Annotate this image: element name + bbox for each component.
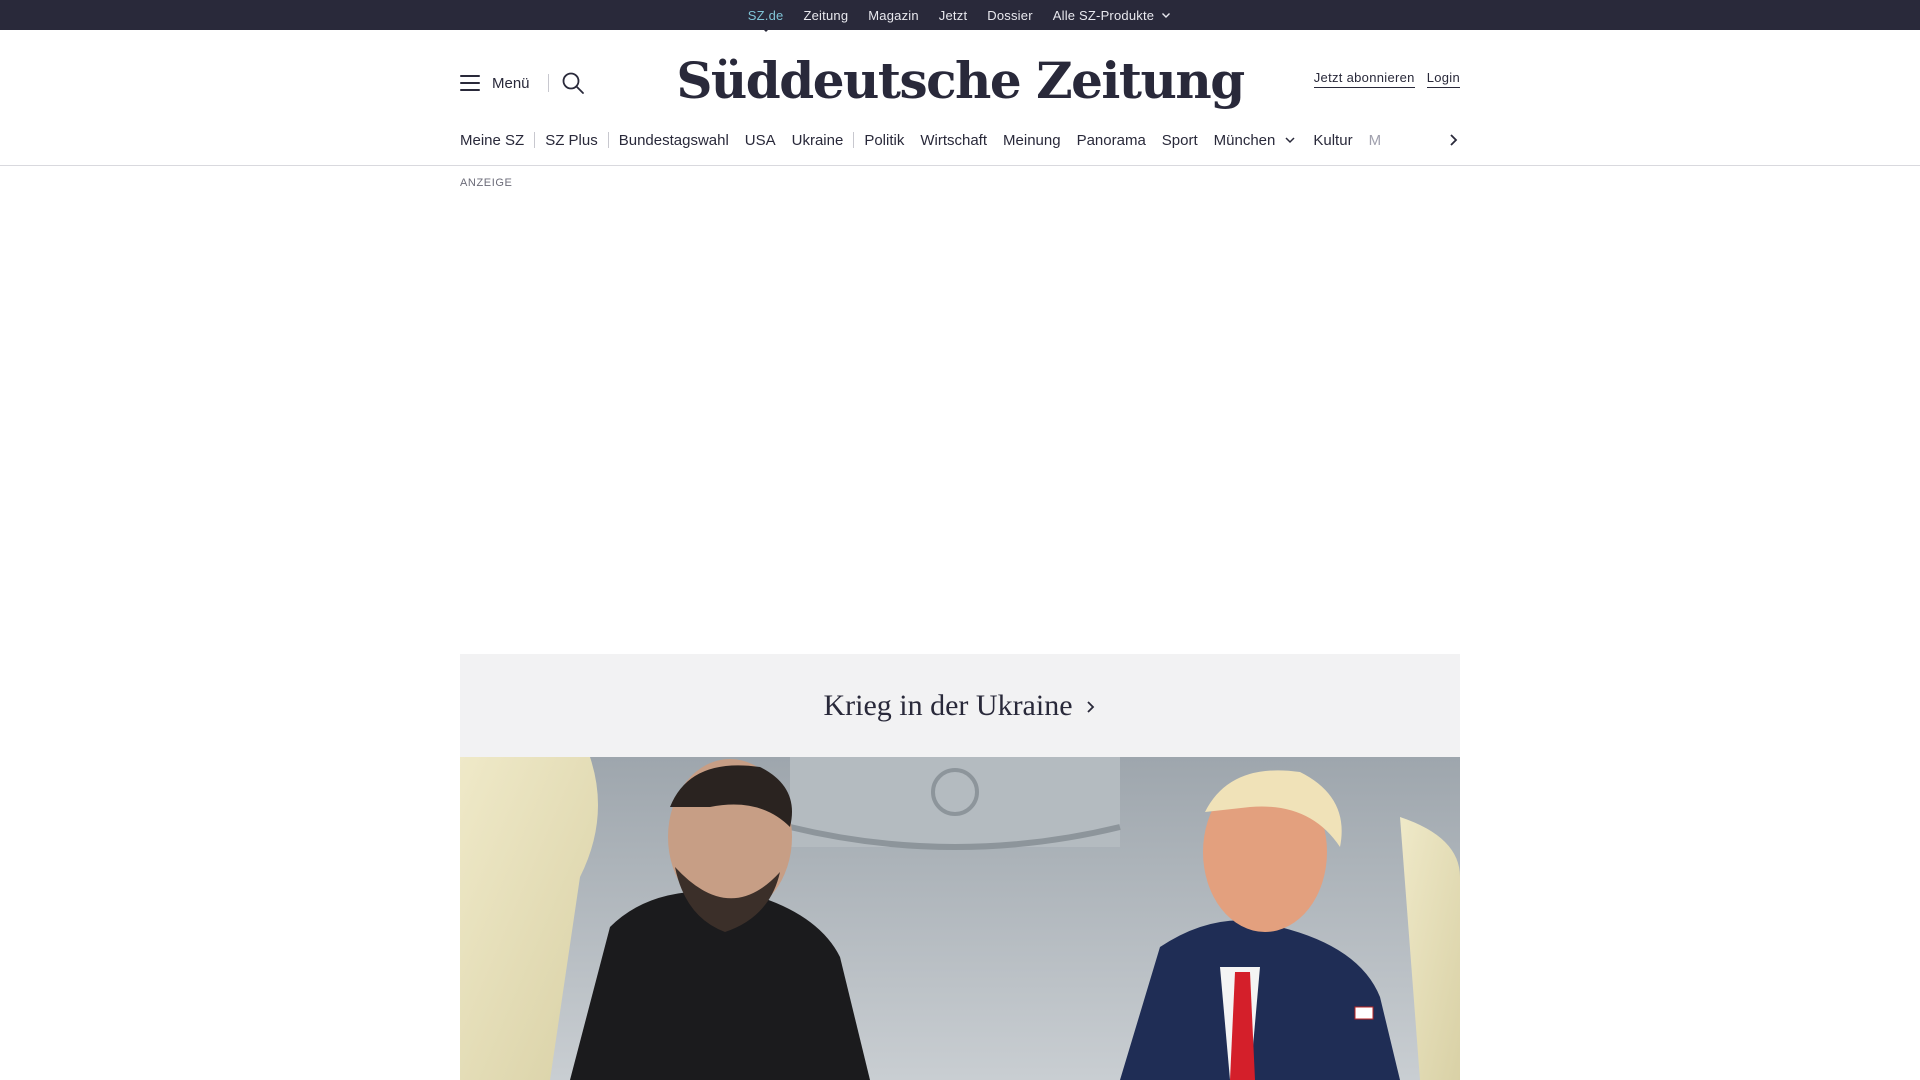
search-icon[interactable] (560, 70, 586, 96)
topic-link[interactable]: Krieg in der Ukraine (823, 689, 1096, 723)
product-link-label: Alle SZ-Produkte (1052, 7, 1155, 23)
topic-title: Krieg in der Ukraine (823, 688, 1073, 722)
product-link-jetzt[interactable]: Jetzt (939, 8, 967, 23)
hero-image[interactable] (460, 757, 1460, 1080)
product-link-label: Dossier (987, 7, 1033, 23)
chevron-down-icon (1285, 137, 1295, 144)
hamburger-icon (460, 75, 480, 91)
product-link-magazin[interactable]: Magazin (868, 8, 919, 23)
section-nav: Meine SZ SZ Plus Bundestagswahl USA Ukra… (460, 130, 1460, 150)
header-container: Menü Süddeutsche Zeitung Jetzt abonniere… (460, 30, 1460, 166)
section-link-ukraine[interactable]: Ukraine (792, 132, 844, 149)
products-bar: SZ.de Zeitung Magazin Jetzt Dossier Alle… (0, 0, 1920, 30)
chevron-right-icon (1086, 700, 1094, 713)
product-link-dossier[interactable]: Dossier (987, 8, 1032, 23)
section-link-kultur[interactable]: Kultur (1313, 132, 1352, 149)
menu-button[interactable]: Menü (460, 68, 530, 98)
section-link-meine-sz[interactable]: Meine SZ (460, 132, 524, 149)
subscribe-link[interactable]: Jetzt abonnieren (1313, 70, 1415, 88)
chevron-down-icon (1162, 13, 1171, 18)
chevron-right-icon (1450, 134, 1458, 146)
section-link-politik[interactable]: Politik (864, 132, 904, 149)
hero-photo (460, 757, 1460, 1080)
section-separator (607, 132, 609, 148)
section-separator (534, 132, 536, 148)
ad-label: ANZEIGE (460, 177, 513, 189)
section-link-meinung[interactable]: Meinung (1003, 132, 1061, 149)
product-link-label: Zeitung (803, 7, 849, 23)
menu-label: Menü (492, 74, 530, 92)
site-logo[interactable]: Süddeutsche Zeitung (676, 46, 1245, 116)
section-link-bundestagswahl[interactable]: Bundestagswahl (619, 132, 729, 149)
product-link-all-products[interactable]: Alle SZ-Produkte (1053, 8, 1172, 23)
section-link-panorama[interactable]: Panorama (1077, 132, 1146, 149)
product-link-sz-de[interactable]: SZ.de (748, 8, 784, 23)
section-link-muenchen[interactable]: München (1214, 132, 1298, 149)
auth-links: Jetzt abonnieren Login (1313, 70, 1460, 88)
login-link[interactable]: Login (1426, 70, 1460, 88)
section-link-truncated[interactable]: M (1369, 132, 1382, 149)
section-link-label: München (1213, 131, 1276, 149)
header-divider (548, 74, 549, 92)
section-nav-scroll-right[interactable] (1434, 130, 1460, 150)
product-link-label: Jetzt (938, 7, 968, 23)
section-separator (853, 132, 855, 148)
section-link-sz-plus[interactable]: SZ Plus (545, 132, 598, 149)
section-link-usa[interactable]: USA (745, 132, 776, 149)
section-link-wirtschaft[interactable]: Wirtschaft (920, 132, 987, 149)
site-header: Menü Süddeutsche Zeitung Jetzt abonniere… (0, 30, 1920, 166)
topic-banner: Krieg in der Ukraine (460, 654, 1460, 757)
section-link-sport[interactable]: Sport (1162, 132, 1198, 149)
product-link-zeitung[interactable]: Zeitung (803, 8, 848, 23)
product-link-label: SZ.de (747, 7, 784, 23)
product-link-label: Magazin (868, 7, 919, 23)
